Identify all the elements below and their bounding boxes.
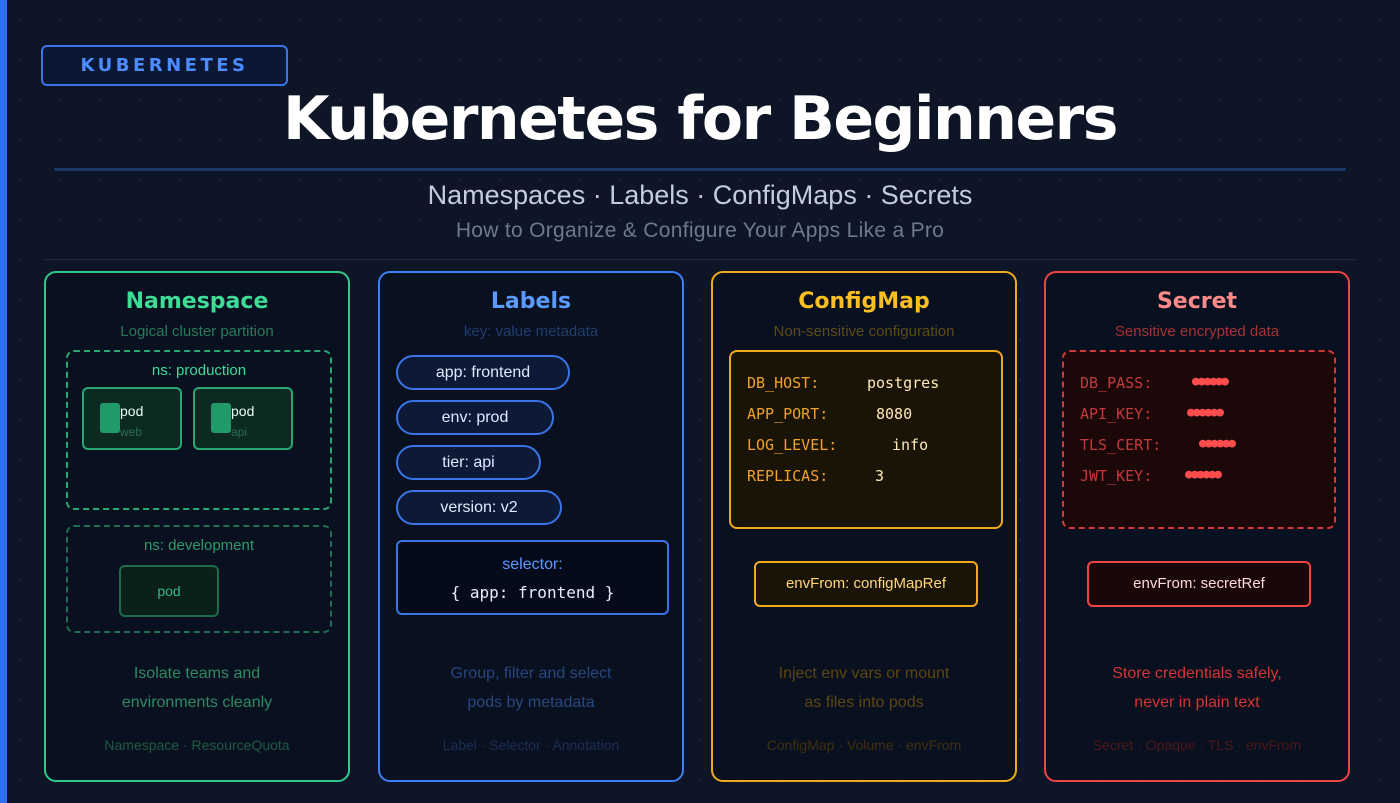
config-value: 8080 [876, 405, 913, 423]
selector-box: selector: { app: frontend } [396, 540, 669, 615]
secret-key: API_KEY: [1080, 405, 1153, 423]
pod-web: pod web [82, 387, 182, 450]
development-namespace-box: ns: development pod [66, 525, 332, 633]
labels-panel: Labels key: value metadata app: frontend… [378, 271, 684, 782]
namespace-title: Namespace [125, 289, 269, 314]
secret-masked-value: ●●●●●● [1192, 374, 1229, 389]
page-subtitle: Namespaces · Labels · ConfigMaps · Secre… [427, 180, 973, 210]
pod-sublabel: web [120, 425, 143, 439]
secret-masked-value: ●●●●●● [1187, 405, 1224, 420]
labels-footer: Label · Selector · Annotation [442, 737, 620, 753]
pod-container-icon [100, 403, 120, 433]
pod-api: pod api [193, 387, 293, 450]
configmap-description: Inject env vars or mount as files into p… [713, 659, 1015, 717]
configmap-footer: ConfigMap · Volume · envFrom [766, 737, 962, 753]
configmap-title: ConfigMap [798, 289, 930, 314]
configmap-envfrom: envFrom: configMapRef [754, 561, 978, 607]
labels-subtitle: key: value metadata [463, 323, 599, 340]
secret-description: Store credentials safely, never in plain… [1046, 659, 1348, 717]
label-pill-version: version: v2 [396, 490, 562, 525]
namespace-footer: Namespace · ResourceQuota [104, 737, 290, 753]
configmap-subtitle: Non-sensitive configuration [773, 323, 955, 340]
section-divider [44, 259, 1356, 260]
namespace-panel: Namespace Logical cluster partition ns: … [44, 271, 350, 782]
namespace-desc-line1: Isolate teams and [133, 665, 261, 682]
secret-desc-line1: Store credentials safely, [1112, 665, 1282, 682]
config-value: postgres [867, 374, 940, 392]
secret-key: JWT_KEY: [1080, 467, 1153, 485]
label-pill-env: env: prod [396, 400, 554, 435]
secret-masked-value: ●●●●●● [1199, 436, 1236, 451]
label-pill-app: app: frontend [396, 355, 570, 390]
secret-subtitle: Sensitive encrypted data [1114, 323, 1280, 340]
secret-footer: Secret · Opaque · TLS · envFrom [1092, 737, 1302, 753]
secret-title: Secret [1156, 289, 1238, 314]
config-key: LOG_LEVEL: [747, 436, 838, 454]
configmap-data-box: DB_HOST: postgres APP_PORT: 8080 LOG_LEV… [729, 350, 1003, 529]
configmap-desc-line1: Inject env vars or mount [778, 665, 950, 682]
page-title: Kubernetes for Beginners [283, 84, 1118, 154]
pod-name: pod [120, 403, 144, 419]
config-key: APP_PORT: [747, 405, 829, 423]
config-value: info [892, 436, 929, 454]
pod-sublabel: api [231, 425, 248, 439]
secret-panel: Secret Sensitive encrypted data DB_PASS:… [1044, 271, 1350, 782]
selector-code: { app: frontend } [450, 583, 615, 602]
page-tagline: How to Organize & Configure Your Apps Li… [455, 219, 945, 242]
configmap-panel: ConfigMap Non-sensitive configuration DB… [711, 271, 1017, 782]
config-key: DB_HOST: [747, 374, 820, 392]
config-value: 3 [875, 467, 885, 485]
namespace-desc-line2: environments cleanly [121, 694, 273, 711]
namespace-subtitle: Logical cluster partition [120, 323, 274, 340]
production-namespace-box: ns: production pod web pod api [66, 350, 332, 510]
secret-masked-value: ●●●●●● [1185, 467, 1222, 482]
secret-key: DB_PASS: [1080, 374, 1153, 392]
production-namespace-label: ns: production [151, 362, 247, 379]
category-tag: KUBERNETES [41, 45, 288, 86]
selector-label: selector: [502, 556, 563, 573]
title-divider [54, 168, 1346, 171]
development-namespace-label: ns: development [143, 537, 255, 554]
configmap-desc-line2: as files into pods [804, 694, 924, 711]
labels-title: Labels [490, 289, 572, 314]
labels-desc-line1: Group, filter and select [450, 665, 612, 682]
namespace-description: Isolate teams and environments cleanly [46, 659, 348, 717]
label-pill-tier: tier: api [396, 445, 541, 480]
secret-key: TLS_CERT: [1080, 436, 1162, 454]
pod-name: pod [231, 403, 255, 419]
pod-dev: pod [119, 565, 219, 617]
secret-desc-line2: never in plain text [1134, 694, 1260, 711]
config-key: REPLICAS: [747, 467, 829, 485]
pod-container-icon [211, 403, 231, 433]
secret-data-box: DB_PASS: ●●●●●● API_KEY: ●●●●●● TLS_CERT… [1062, 350, 1336, 529]
pod-name: pod [157, 583, 181, 599]
labels-desc-line2: pods by metadata [467, 694, 595, 711]
secret-envfrom: envFrom: secretRef [1087, 561, 1311, 607]
labels-description: Group, filter and select pods by metadat… [380, 659, 682, 717]
